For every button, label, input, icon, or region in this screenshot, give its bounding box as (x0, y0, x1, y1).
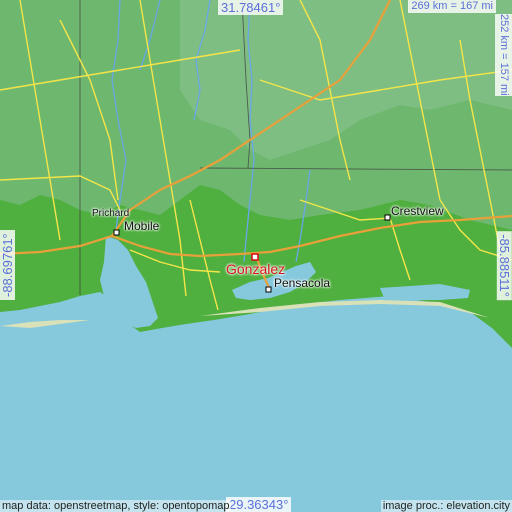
longitude-left-label: -88.69761° (0, 230, 15, 300)
map-attribution: map data: openstreetmap, style: opentopo… (0, 500, 232, 512)
location-label-gonzalez: Gonzalez (226, 261, 286, 277)
latitude-bottom-label: 29.36343° (226, 497, 292, 512)
city-label-pensacola: Pensacola (274, 276, 331, 290)
terrain-layer (0, 0, 512, 512)
longitude-right-label: -85.88511° (497, 231, 512, 300)
city-label-crestview: Crestview (391, 204, 444, 218)
map-view[interactable]: 31.78461° 29.36343° -88.69761° -85.88511… (0, 0, 512, 512)
mobile-marker (113, 229, 120, 236)
processing-attribution: image proc.: elevation.city (380, 500, 512, 512)
gonzalez-marker[interactable] (251, 253, 259, 261)
crestview-marker (384, 214, 391, 221)
city-label-prichard: Prichard (92, 208, 130, 219)
city-label-mobile: Mobile (124, 219, 160, 233)
pensacola-marker (265, 286, 272, 293)
vertical-scale-label: 252 km = 157 mi (495, 14, 512, 96)
latitude-top-label: 31.78461° (218, 0, 284, 15)
horizontal-scale-label: 269 km = 167 mi (408, 0, 496, 13)
